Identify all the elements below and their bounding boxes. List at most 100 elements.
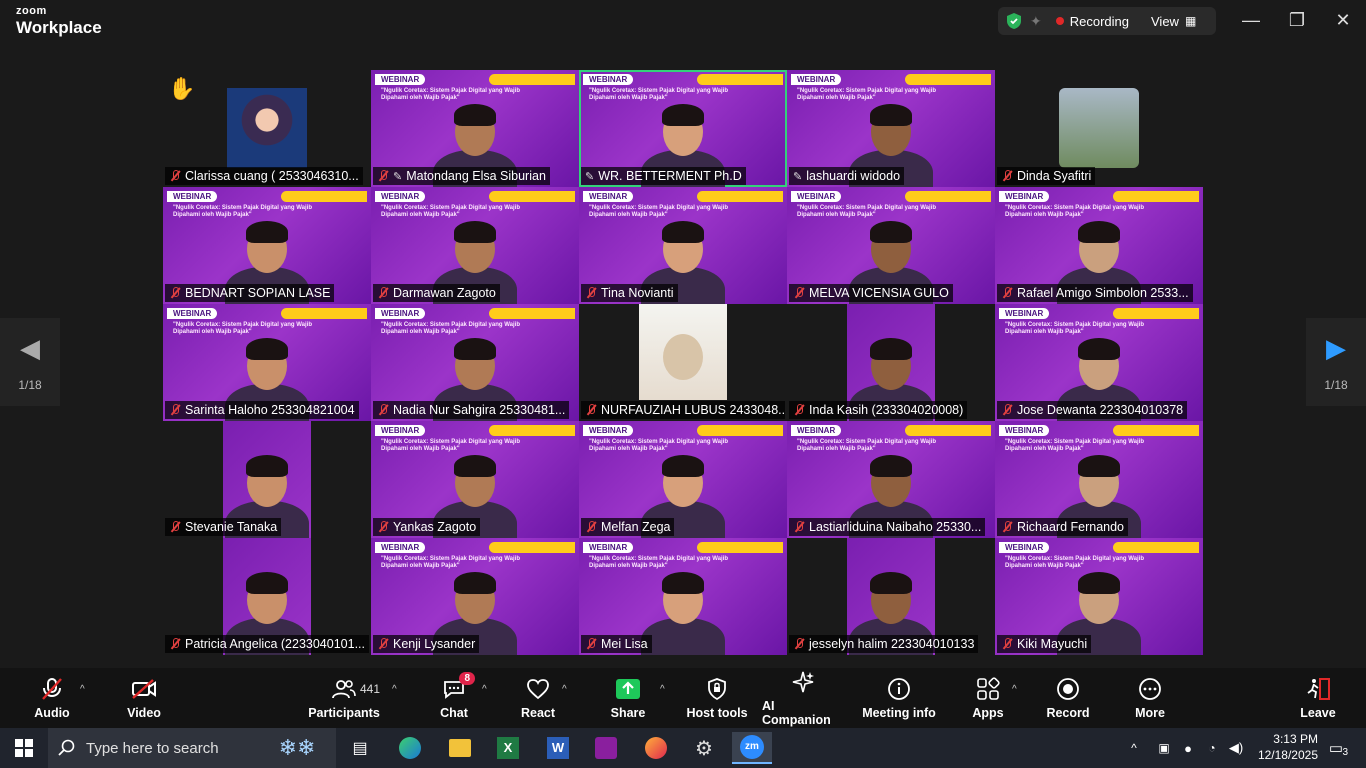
- sponsor-logos: [697, 74, 783, 85]
- participant-tile[interactable]: Inda Kasih (233304020008): [787, 304, 995, 421]
- mic-muted-icon: [169, 287, 181, 299]
- participant-tile[interactable]: WEBINAR "Ngulik Coretax: Sistem Pajak Dig…: [579, 538, 787, 655]
- participant-tile[interactable]: jesselyn halim 223304010133: [787, 538, 995, 655]
- mic-muted-icon: [169, 638, 181, 650]
- participants-options-caret[interactable]: ^: [392, 684, 397, 695]
- system-clock[interactable]: 3:13 PM 12/18/2025: [1258, 731, 1318, 763]
- webcam-icon[interactable]: ▣: [1152, 732, 1176, 764]
- settings-gear-icon[interactable]: ⚙: [684, 732, 724, 764]
- participant-tile[interactable]: WEBINAR "Ngulik Coretax: Sistem Pajak Dig…: [163, 187, 371, 304]
- excel-icon[interactable]: X: [488, 732, 528, 764]
- webinar-label: WEBINAR: [583, 191, 634, 202]
- audio-options-caret[interactable]: ^: [80, 684, 85, 695]
- react-button[interactable]: React: [518, 668, 558, 728]
- participant-hair: [870, 572, 912, 594]
- participant-tile[interactable]: Stevanie Tanaka: [163, 421, 371, 538]
- participant-count: 441: [360, 682, 381, 696]
- sponsor-logos: [489, 425, 575, 436]
- participant-nametag: Clarissa cuang ( 2533046310...: [165, 167, 363, 185]
- restore-button[interactable]: ❐: [1274, 0, 1320, 40]
- participant-name: Jose Dewanta 223304010378: [1017, 403, 1184, 417]
- participant-nametag: Tina Novianti: [581, 284, 678, 302]
- participant-name: BEDNART SOPIAN LASE: [185, 286, 331, 300]
- webinar-banner: WEBINAR: [999, 542, 1199, 554]
- participant-tile[interactable]: WEBINAR "Ngulik Coretax: Sistem Pajak Dig…: [163, 304, 371, 421]
- share-button[interactable]: Share: [608, 668, 648, 728]
- share-options-caret[interactable]: ^: [660, 684, 665, 695]
- sponsor-logos: [697, 191, 783, 202]
- more-button[interactable]: More: [1130, 668, 1170, 728]
- participant-tile[interactable]: WEBINAR "Ngulik Coretax: Sistem Pajak Dig…: [995, 187, 1203, 304]
- participant-hair: [662, 455, 704, 477]
- mic-muted-icon: [585, 404, 597, 416]
- participant-tile[interactable]: WEBINAR "Ngulik Coretax: Sistem Pajak Dig…: [995, 421, 1203, 538]
- webinar-label: WEBINAR: [375, 425, 426, 436]
- close-button[interactable]: ✕: [1320, 0, 1366, 40]
- recording-dot-icon: [1055, 17, 1064, 25]
- encryption-shield-icon[interactable]: [1006, 12, 1022, 30]
- chat-button[interactable]: 8 Chat: [434, 668, 475, 728]
- ai-companion-button[interactable]: AI Companion: [762, 668, 844, 728]
- apps-icon: [976, 676, 1000, 702]
- video-button[interactable]: Video: [122, 668, 166, 728]
- chat-options-caret[interactable]: ^: [482, 684, 487, 695]
- participant-nametag: Jose Dewanta 223304010378: [997, 401, 1188, 419]
- prev-page-button[interactable]: ◀ 1/18: [0, 318, 60, 406]
- webinar-subtitle: "Ngulik Coretax: Sistem Pajak Digital ya…: [1005, 439, 1144, 453]
- participant-tile[interactable]: WEBINAR "Ngulik Coretax: Sistem Pajak Dig…: [371, 421, 579, 538]
- pdf-app-icon[interactable]: [586, 732, 626, 764]
- participant-tile[interactable]: WEBINAR "Ngulik Coretax: Sistem Pajak Dig…: [787, 70, 995, 187]
- notification-center-icon[interactable]: ▭ 3: [1318, 732, 1354, 764]
- participants-button[interactable]: Participants: [308, 668, 380, 728]
- word-icon[interactable]: W: [538, 732, 578, 764]
- participant-tile[interactable]: WEBINAR "Ngulik Coretax: Sistem Pajak Dig…: [371, 70, 579, 187]
- apps-options-caret[interactable]: ^: [1012, 684, 1017, 695]
- participant-tile[interactable]: WEBINAR "Ngulik Coretax: Sistem Pajak Dig…: [371, 187, 579, 304]
- microphone-icon[interactable]: ●: [1176, 732, 1200, 764]
- zoom-taskbar-icon[interactable]: zm: [732, 732, 772, 764]
- audio-button[interactable]: Audio: [30, 668, 74, 728]
- participant-tile[interactable]: NURFAUZIAH LUBUS 2433048...: [579, 304, 787, 421]
- edge-browser-icon[interactable]: [390, 732, 430, 764]
- taskbar-search-box[interactable]: Type here to search ❄❄: [48, 728, 336, 768]
- show-hidden-icons-chevron-icon[interactable]: ^: [1122, 732, 1146, 764]
- file-explorer-icon[interactable]: [440, 732, 480, 764]
- video-off-icon: [131, 676, 157, 702]
- start-button[interactable]: [4, 732, 44, 764]
- participant-tile[interactable]: Patricia Angelica (2233040101...: [163, 538, 371, 655]
- webinar-label: WEBINAR: [583, 542, 634, 553]
- recording-indicator[interactable]: Recording: [1055, 14, 1129, 29]
- meeting-info-button[interactable]: Meeting info: [862, 668, 936, 728]
- minimize-button[interactable]: —: [1228, 0, 1274, 40]
- participant-nametag: MELVA VICENSIA GULO: [789, 284, 953, 302]
- video-label: Video: [127, 706, 161, 720]
- participant-tile[interactable]: WEBINAR "Ngulik Coretax: Sistem Pajak Dig…: [371, 538, 579, 655]
- webinar-subtitle: "Ngulik Coretax: Sistem Pajak Digital ya…: [589, 205, 728, 219]
- record-button[interactable]: Record: [1046, 668, 1090, 728]
- participant-tile[interactable]: WEBINAR "Ngulik Coretax: Sistem Pajak Dig…: [787, 421, 995, 538]
- next-page-button[interactable]: ▶ 1/18: [1306, 318, 1366, 406]
- participant-tile[interactable]: WEBINAR "Ngulik Coretax: Sistem Pajak Dig…: [579, 70, 787, 187]
- ai-sparkle-icon[interactable]: ✦: [1030, 13, 1042, 30]
- host-tools-button[interactable]: Host tools: [686, 668, 748, 728]
- react-options-caret[interactable]: ^: [562, 684, 567, 695]
- webinar-subtitle: "Ngulik Coretax: Sistem Pajak Digital ya…: [1005, 322, 1144, 336]
- task-view-icon[interactable]: ▤: [340, 732, 380, 764]
- spotlight-pin-icon: ✎: [585, 170, 595, 183]
- participant-tile[interactable]: Dinda Syafitri: [995, 70, 1203, 187]
- mic-muted-icon: [1001, 170, 1013, 182]
- participant-tile[interactable]: WEBINAR "Ngulik Coretax: Sistem Pajak Dig…: [371, 304, 579, 421]
- participant-tile[interactable]: WEBINAR "Ngulik Coretax: Sistem Pajak Dig…: [787, 187, 995, 304]
- network-icon[interactable]: ◔: [1200, 732, 1224, 764]
- firefox-icon[interactable]: [636, 732, 676, 764]
- apps-button[interactable]: Apps: [968, 668, 1008, 728]
- leave-button[interactable]: Leave: [1298, 668, 1338, 728]
- participant-tile[interactable]: WEBINAR "Ngulik Coretax: Sistem Pajak Dig…: [995, 538, 1203, 655]
- volume-icon[interactable]: ◀): [1224, 732, 1248, 764]
- participant-tile[interactable]: WEBINAR "Ngulik Coretax: Sistem Pajak Dig…: [579, 187, 787, 304]
- view-button[interactable]: View ▦: [1151, 14, 1196, 29]
- mic-muted-icon: [169, 170, 181, 182]
- participant-tile[interactable]: WEBINAR "Ngulik Coretax: Sistem Pajak Dig…: [995, 304, 1203, 421]
- webinar-subtitle: "Ngulik Coretax: Sistem Pajak Digital ya…: [589, 88, 728, 102]
- participant-tile[interactable]: WEBINAR "Ngulik Coretax: Sistem Pajak Dig…: [579, 421, 787, 538]
